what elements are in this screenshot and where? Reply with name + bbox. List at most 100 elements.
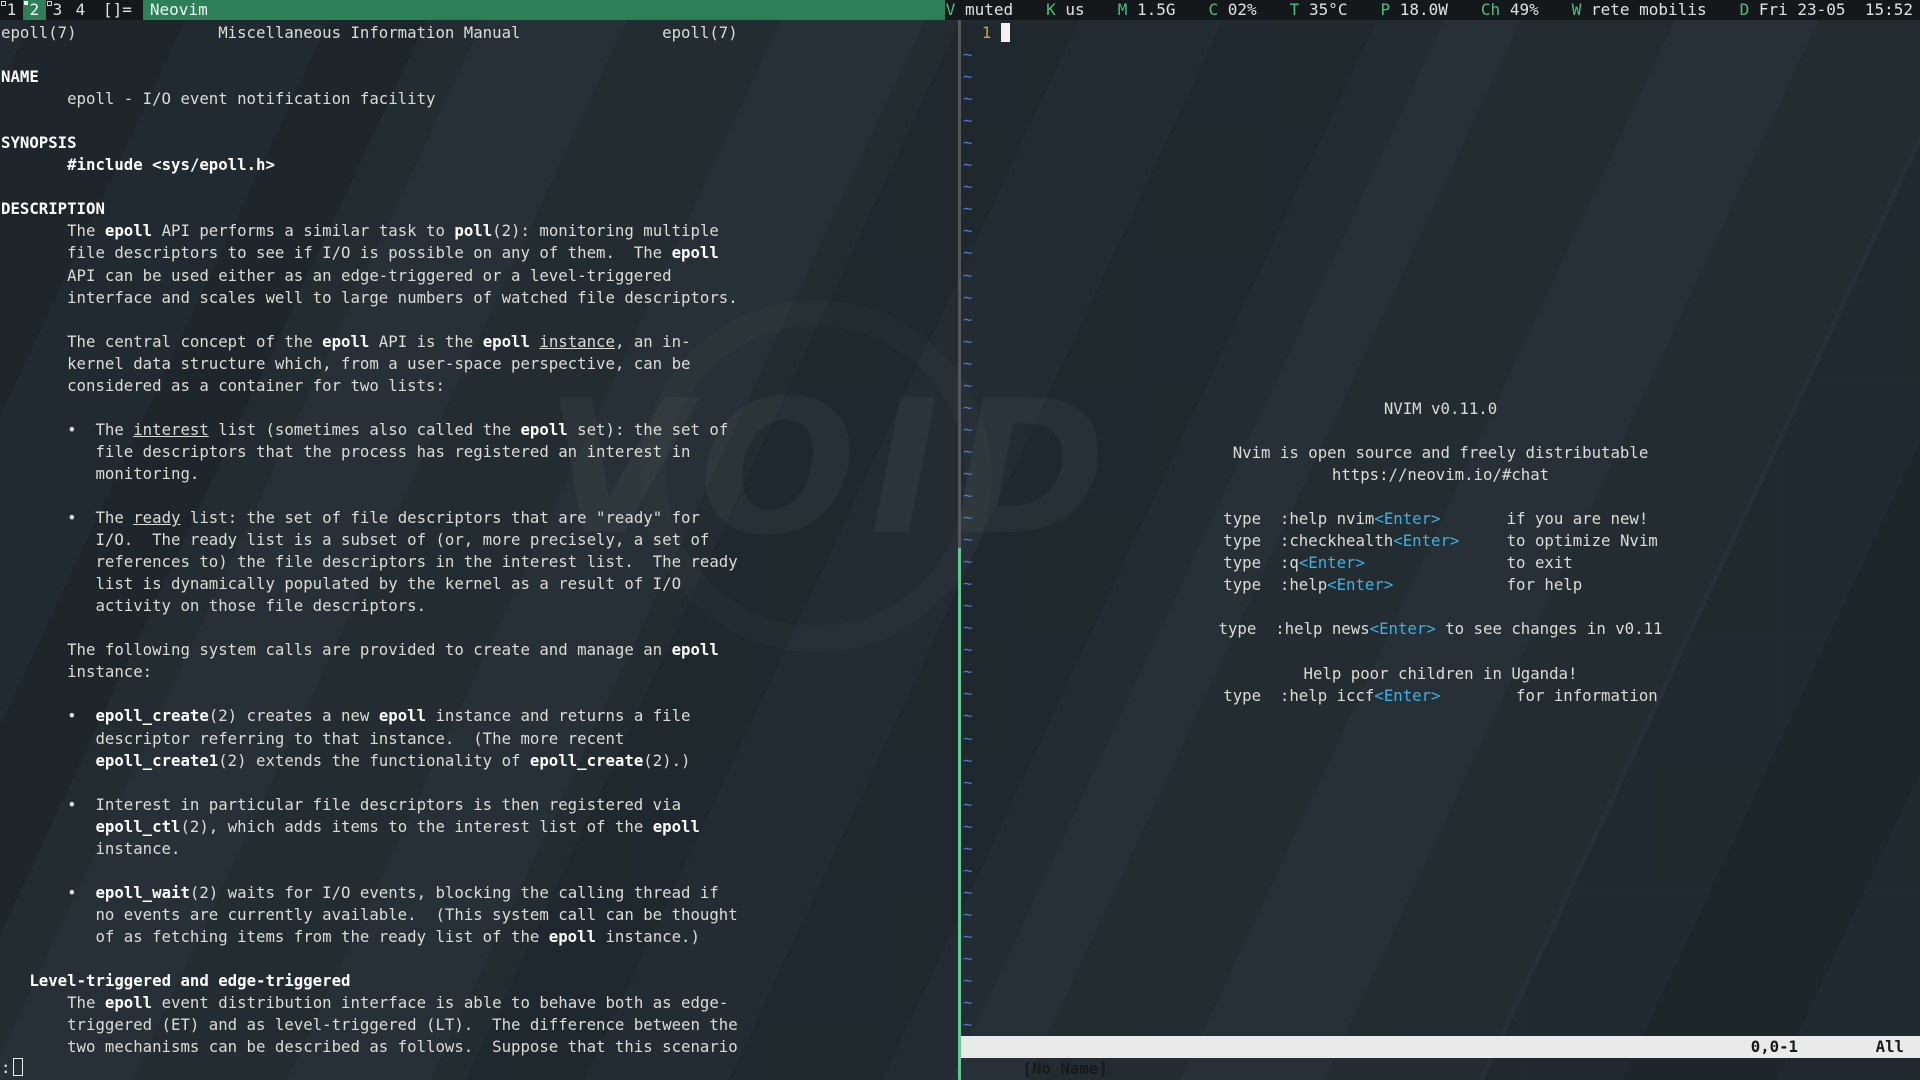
text-line: [1, 861, 959, 883]
text-line: SYNOPSIS: [1, 133, 959, 155]
text-line: Nvim is open source and freely distribut…: [961, 442, 1920, 464]
text-line: epoll_create1(2) extends the functionali…: [1, 751, 959, 773]
status-key: V: [946, 0, 956, 19]
tilde-line: ~: [963, 1014, 1920, 1036]
status-value: Fri 23-05 15:52: [1749, 0, 1913, 19]
tilde-line: ~: [963, 816, 1920, 838]
text-line: • epoll_wait(2) waits for I/O events, bl…: [1, 883, 959, 905]
status-key: K: [1046, 0, 1056, 19]
tilde-line: ~: [963, 838, 1920, 860]
text-line: NAME: [1, 67, 959, 89]
line-number: 1: [963, 23, 1001, 42]
terminal-man-page[interactable]: epoll(7) Miscellaneous Information Manua…: [0, 20, 959, 1080]
text-line: The following system calls are provided …: [1, 640, 959, 662]
statusline-ruler-position: 0,0-1: [1751, 1036, 1798, 1058]
text-line: considered as a container for two lists:: [1, 376, 959, 398]
status-value: muted: [955, 0, 1013, 19]
text-line: references to) the file descriptors in t…: [1, 552, 959, 574]
text-line: monitoring.: [1, 464, 959, 486]
tag-label: 3: [53, 0, 63, 19]
tilde-line: ~: [963, 220, 1920, 242]
tilde-line: ~: [963, 948, 1920, 970]
tilde-line: ~: [963, 904, 1920, 926]
text-line: The epoll event distribution interface i…: [1, 993, 959, 1015]
nvim-cursor: [1001, 23, 1011, 42]
text-line: • epoll_create(2) creates a new epoll in…: [1, 706, 959, 728]
tilde-line: ~: [963, 110, 1920, 132]
text-line: API can be used either as an edge-trigge…: [1, 266, 959, 288]
text-line: [1, 684, 959, 706]
tilde-line: ~: [963, 750, 1920, 772]
status-item-T: T 35°C: [1290, 0, 1348, 20]
top-status-bar: 1234 []= Neovim V mutedK usM 1.5GC 02%T …: [0, 0, 1920, 20]
neovim-buffer-area[interactable]: 1 ~~~~~~~~~~~~~~~~~~~~~~~~~~~~~~~~~~~~~~…: [961, 20, 1920, 1036]
tilde-line: ~: [963, 66, 1920, 88]
text-line: instance.: [1, 839, 959, 861]
text-line: [1, 773, 959, 795]
nvim-cmdline[interactable]: [961, 1058, 1920, 1080]
tilde-line: ~: [963, 132, 1920, 154]
buffer-line-1: 1: [963, 22, 1920, 44]
neovim-window[interactable]: 1 ~~~~~~~~~~~~~~~~~~~~~~~~~~~~~~~~~~~~~~…: [961, 20, 1920, 1080]
tilde-line: ~: [963, 309, 1920, 331]
text-line: type :help nvim<Enter> if you are new!: [961, 508, 1920, 530]
workspace-tag-2[interactable]: 2: [23, 0, 46, 20]
text-line: [1, 486, 959, 508]
tilde-line: ~: [963, 242, 1920, 264]
status-key: C: [1209, 0, 1219, 19]
text-line: The central concept of the epoll API is …: [1, 332, 959, 354]
text-line: [1, 177, 959, 199]
text-line: type :help<Enter> for help: [961, 574, 1920, 596]
tilde-line: ~: [963, 154, 1920, 176]
text-line: no events are currently available. (This…: [1, 905, 959, 927]
text-line: triggered (ET) and as level-triggered (L…: [1, 1015, 959, 1037]
nvim-intro-message: NVIM v0.11.0 Nvim is open source and free…: [961, 398, 1920, 707]
tilde-line: ~: [963, 860, 1920, 882]
tilde-line: ~: [963, 970, 1920, 992]
text-line: • The ready list: the set of file descri…: [1, 508, 959, 530]
text-line: type :q<Enter> to exit: [961, 552, 1920, 574]
desktop: VOID 1234 []= Neovim V mutedK usM 1.5GC …: [0, 0, 1920, 1080]
tag-label: 4: [76, 0, 86, 19]
text-line: [1, 45, 959, 67]
layout-symbol[interactable]: []=: [92, 0, 143, 20]
text-line: instance:: [1, 662, 959, 684]
text-line: file descriptors to see if I/O is possib…: [1, 243, 959, 265]
status-value: 18.0W: [1390, 0, 1448, 19]
tilde-line: ~: [963, 331, 1920, 353]
status-value: 02%: [1218, 0, 1257, 19]
text-line: two mechanisms can be described as follo…: [1, 1037, 959, 1059]
text-line: [1, 949, 959, 971]
text-line: of as fetching items from the ready list…: [1, 927, 959, 949]
focused-window-title: Neovim: [143, 0, 945, 20]
pager-command-prompt[interactable]: :: [1, 1058, 23, 1078]
text-line: https://neovim.io/#chat: [961, 464, 1920, 486]
tilde-line: ~: [963, 882, 1920, 904]
text-line: [1, 111, 959, 133]
status-key: W: [1572, 0, 1582, 19]
status-key: P: [1380, 0, 1390, 19]
status-item-P: P 18.0W: [1380, 0, 1447, 20]
text-line: [961, 596, 1920, 618]
text-line: Help poor children in Uganda!: [961, 663, 1920, 685]
status-item-C: C 02%: [1209, 0, 1257, 20]
workspace-tag-1[interactable]: 1: [0, 0, 23, 20]
text-line: The epoll API performs a similar task to…: [1, 221, 959, 243]
workspace-tag-4[interactable]: 4: [69, 0, 92, 20]
tilde-line: ~: [963, 772, 1920, 794]
status-item-D: D Fri 23-05 15:52: [1740, 0, 1913, 20]
text-line: epoll - I/O event notification facility: [1, 89, 959, 111]
tilde-line: ~: [963, 265, 1920, 287]
nvim-statusline: [No Name] 0,0-1 All: [961, 1036, 1920, 1058]
status-text-area: V mutedK usM 1.5GC 02%T 35°CP 18.0WCh 49…: [945, 0, 1920, 20]
text-line: NVIM v0.11.0: [961, 398, 1920, 420]
tilde-line: ~: [963, 794, 1920, 816]
status-value: 49%: [1500, 0, 1539, 19]
tilde-line: ~: [963, 353, 1920, 375]
tilde-line: ~: [963, 88, 1920, 110]
statusline-scroll-indicator: All: [1876, 1036, 1904, 1058]
text-line: [1, 398, 959, 420]
status-item-V: V muted: [946, 0, 1013, 20]
workspace-tag-3[interactable]: 3: [46, 0, 69, 20]
tilde-line: ~: [963, 992, 1920, 1014]
